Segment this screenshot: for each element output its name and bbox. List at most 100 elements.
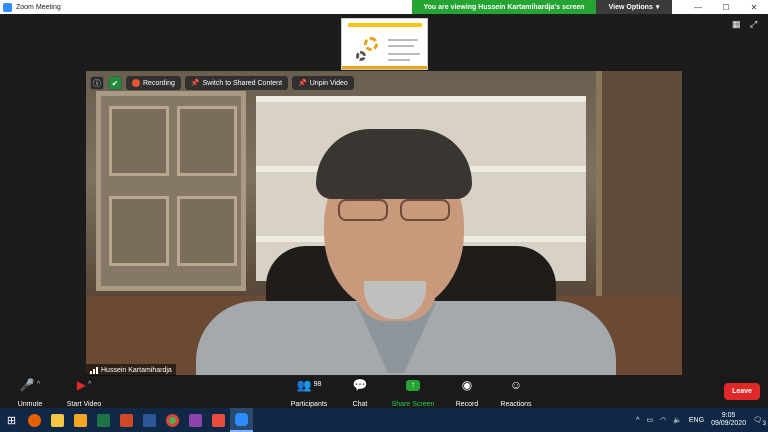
speaker-hair bbox=[316, 129, 472, 199]
maximize-button[interactable]: ☐ bbox=[712, 0, 740, 14]
slide-text-line bbox=[388, 59, 410, 61]
meeting-controls: 🎤 ^ Unmute ▶ ^ Start Video 👥 98 Participant… bbox=[0, 376, 768, 408]
close-button[interactable]: ✕ bbox=[740, 0, 768, 14]
slide-text-line bbox=[388, 53, 420, 55]
switch-shared-content-label: Switch to Shared Content bbox=[202, 79, 283, 87]
share-screen-button[interactable]: ↑ Share Screen bbox=[390, 378, 436, 408]
zoom-window: Zoom Meeting You are viewing Hussein Kar… bbox=[0, 0, 768, 432]
firefox-icon bbox=[28, 413, 41, 427]
gear-graphic-small bbox=[356, 51, 366, 61]
chrome-icon bbox=[166, 413, 179, 427]
chevron-up-icon[interactable]: ^ bbox=[636, 417, 639, 424]
recording-label: Recording bbox=[143, 79, 175, 87]
title-bar: Zoom Meeting You are viewing Hussein Kar… bbox=[0, 0, 768, 14]
window-title: Zoom Meeting bbox=[16, 3, 61, 11]
close-icon: ✕ bbox=[750, 2, 758, 12]
clock-time: 9:05 bbox=[721, 412, 736, 419]
language-indicator[interactable]: ENG bbox=[689, 417, 704, 424]
speaker-glasses bbox=[334, 199, 454, 221]
video-toolbar: ⓘ ✔ Recording 📌 Switch to Shared Content… bbox=[90, 75, 354, 91]
slide-title-bar bbox=[348, 23, 422, 27]
taskbar-firefox[interactable] bbox=[23, 408, 46, 432]
reactions-label: Reactions bbox=[500, 401, 532, 408]
excel-icon bbox=[97, 413, 110, 427]
shield-icon[interactable]: ✔ bbox=[108, 76, 122, 90]
background-cabinet-right bbox=[596, 71, 682, 301]
caret-up-icon[interactable]: ^ bbox=[88, 378, 91, 392]
clock[interactable]: 9:05 09/09/2020 bbox=[711, 412, 746, 428]
taskbar-excel[interactable] bbox=[92, 408, 115, 432]
muted-mic-icon: 🎤 bbox=[19, 378, 35, 392]
speaker-name: Hussein Kartamihardja bbox=[101, 366, 172, 374]
taskbar-file-explorer[interactable] bbox=[46, 408, 69, 432]
fullscreen-icon[interactable]: ⤢ bbox=[750, 20, 760, 29]
minimize-icon: — bbox=[694, 2, 702, 12]
clock-date: 09/09/2020 bbox=[711, 420, 747, 427]
photos-icon bbox=[189, 413, 202, 427]
taskbar-chrome[interactable] bbox=[161, 408, 184, 432]
chat-icon: 💬 bbox=[352, 378, 368, 392]
viewing-screen-banner: You are viewing Hussein Kartamihardja's … bbox=[412, 0, 596, 14]
start-video-button[interactable]: ▶ ^ Start Video bbox=[62, 378, 106, 408]
taskbar-zoom[interactable] bbox=[230, 408, 253, 432]
taskbar-app[interactable] bbox=[69, 408, 92, 432]
recording-indicator[interactable]: Recording bbox=[126, 76, 181, 90]
gear-graphic bbox=[364, 37, 378, 51]
wifi-icon[interactable]: ◠ bbox=[660, 416, 666, 424]
speaker-name-tag: Hussein Kartamihardja bbox=[86, 364, 176, 376]
participants-button[interactable]: 👥 98 Participants bbox=[286, 378, 332, 408]
minimize-button[interactable]: — bbox=[684, 0, 712, 14]
pin-icon: 📌 bbox=[190, 80, 200, 87]
unpin-video-label: Unpin Video bbox=[309, 79, 348, 87]
start-button[interactable]: ⊞ bbox=[0, 408, 23, 432]
share-screen-icon: ↑ bbox=[406, 379, 420, 391]
system-tray: ^ ▭ ◠ 🔈 ENG 9:05 09/09/2020 🗨 3 bbox=[636, 408, 768, 432]
view-options-button[interactable]: View Options ▾ bbox=[596, 0, 672, 14]
taskbar-photos[interactable] bbox=[184, 408, 207, 432]
speaker-video[interactable]: ⓘ ✔ Recording 📌 Switch to Shared Content… bbox=[86, 71, 682, 375]
record-icon: ◉ bbox=[461, 378, 473, 392]
unmute-button[interactable]: 🎤 ^ Unmute bbox=[10, 378, 50, 408]
view-options-label: View Options bbox=[608, 3, 653, 11]
windows-taskbar: ⊞ ^ ▭ ◠ 🔈 ENG 9:05 09/09/2020 🗨 3 bbox=[0, 408, 768, 432]
slide-footer-bar bbox=[342, 66, 427, 69]
slide-text-line bbox=[388, 39, 418, 41]
folder-icon bbox=[51, 413, 64, 427]
leave-button[interactable]: Leave bbox=[724, 383, 760, 400]
slide-text-line bbox=[388, 45, 414, 47]
battery-icon[interactable]: ▭ bbox=[646, 416, 653, 424]
chat-label: Chat bbox=[352, 401, 368, 408]
gallery-layout-icon[interactable]: ▦ bbox=[732, 20, 742, 29]
pin-icon: 📌 bbox=[298, 80, 307, 87]
taskbar-app2[interactable] bbox=[207, 408, 230, 432]
taskbar-word[interactable] bbox=[138, 408, 161, 432]
unpin-video-button[interactable]: 📌 Unpin Video bbox=[292, 76, 354, 90]
record-button[interactable]: ◉ Record bbox=[452, 378, 482, 408]
share-screen-label: Share Screen bbox=[391, 401, 435, 408]
reactions-button[interactable]: ☺ Reactions bbox=[498, 378, 534, 408]
chevron-down-icon: ▾ bbox=[655, 4, 660, 11]
participants-label: Participants bbox=[290, 401, 328, 408]
record-label: Record bbox=[455, 401, 479, 408]
powerpoint-icon bbox=[120, 413, 133, 427]
notifications-icon[interactable]: 🗨 3 bbox=[753, 416, 766, 427]
windows-logo-icon: ⊞ bbox=[6, 414, 17, 427]
app-icon bbox=[212, 413, 225, 427]
maximize-icon: ☐ bbox=[722, 2, 730, 12]
meeting-area: ▦ ⤢ ⓘ ✔ Recording 📌 Switch to Shared Con… bbox=[0, 14, 768, 376]
caret-up-icon[interactable]: ^ bbox=[37, 378, 40, 392]
word-icon bbox=[143, 413, 156, 427]
zoom-icon bbox=[235, 412, 248, 426]
participants-icon: 👥 bbox=[296, 378, 312, 392]
notification-count: 3 bbox=[762, 421, 766, 427]
shared-screen-thumbnail[interactable] bbox=[341, 18, 428, 70]
app-icon bbox=[74, 413, 87, 427]
info-icon[interactable]: ⓘ bbox=[90, 76, 104, 90]
taskbar-powerpoint[interactable] bbox=[115, 408, 138, 432]
signal-bars-icon bbox=[90, 366, 98, 374]
volume-icon[interactable]: 🔈 bbox=[673, 416, 682, 424]
participant-count: 98 bbox=[313, 381, 322, 388]
switch-shared-content-button[interactable]: 📌 Switch to Shared Content bbox=[184, 76, 289, 90]
video-off-icon: ▶ bbox=[76, 378, 86, 392]
chat-button[interactable]: 💬 Chat bbox=[346, 378, 374, 408]
